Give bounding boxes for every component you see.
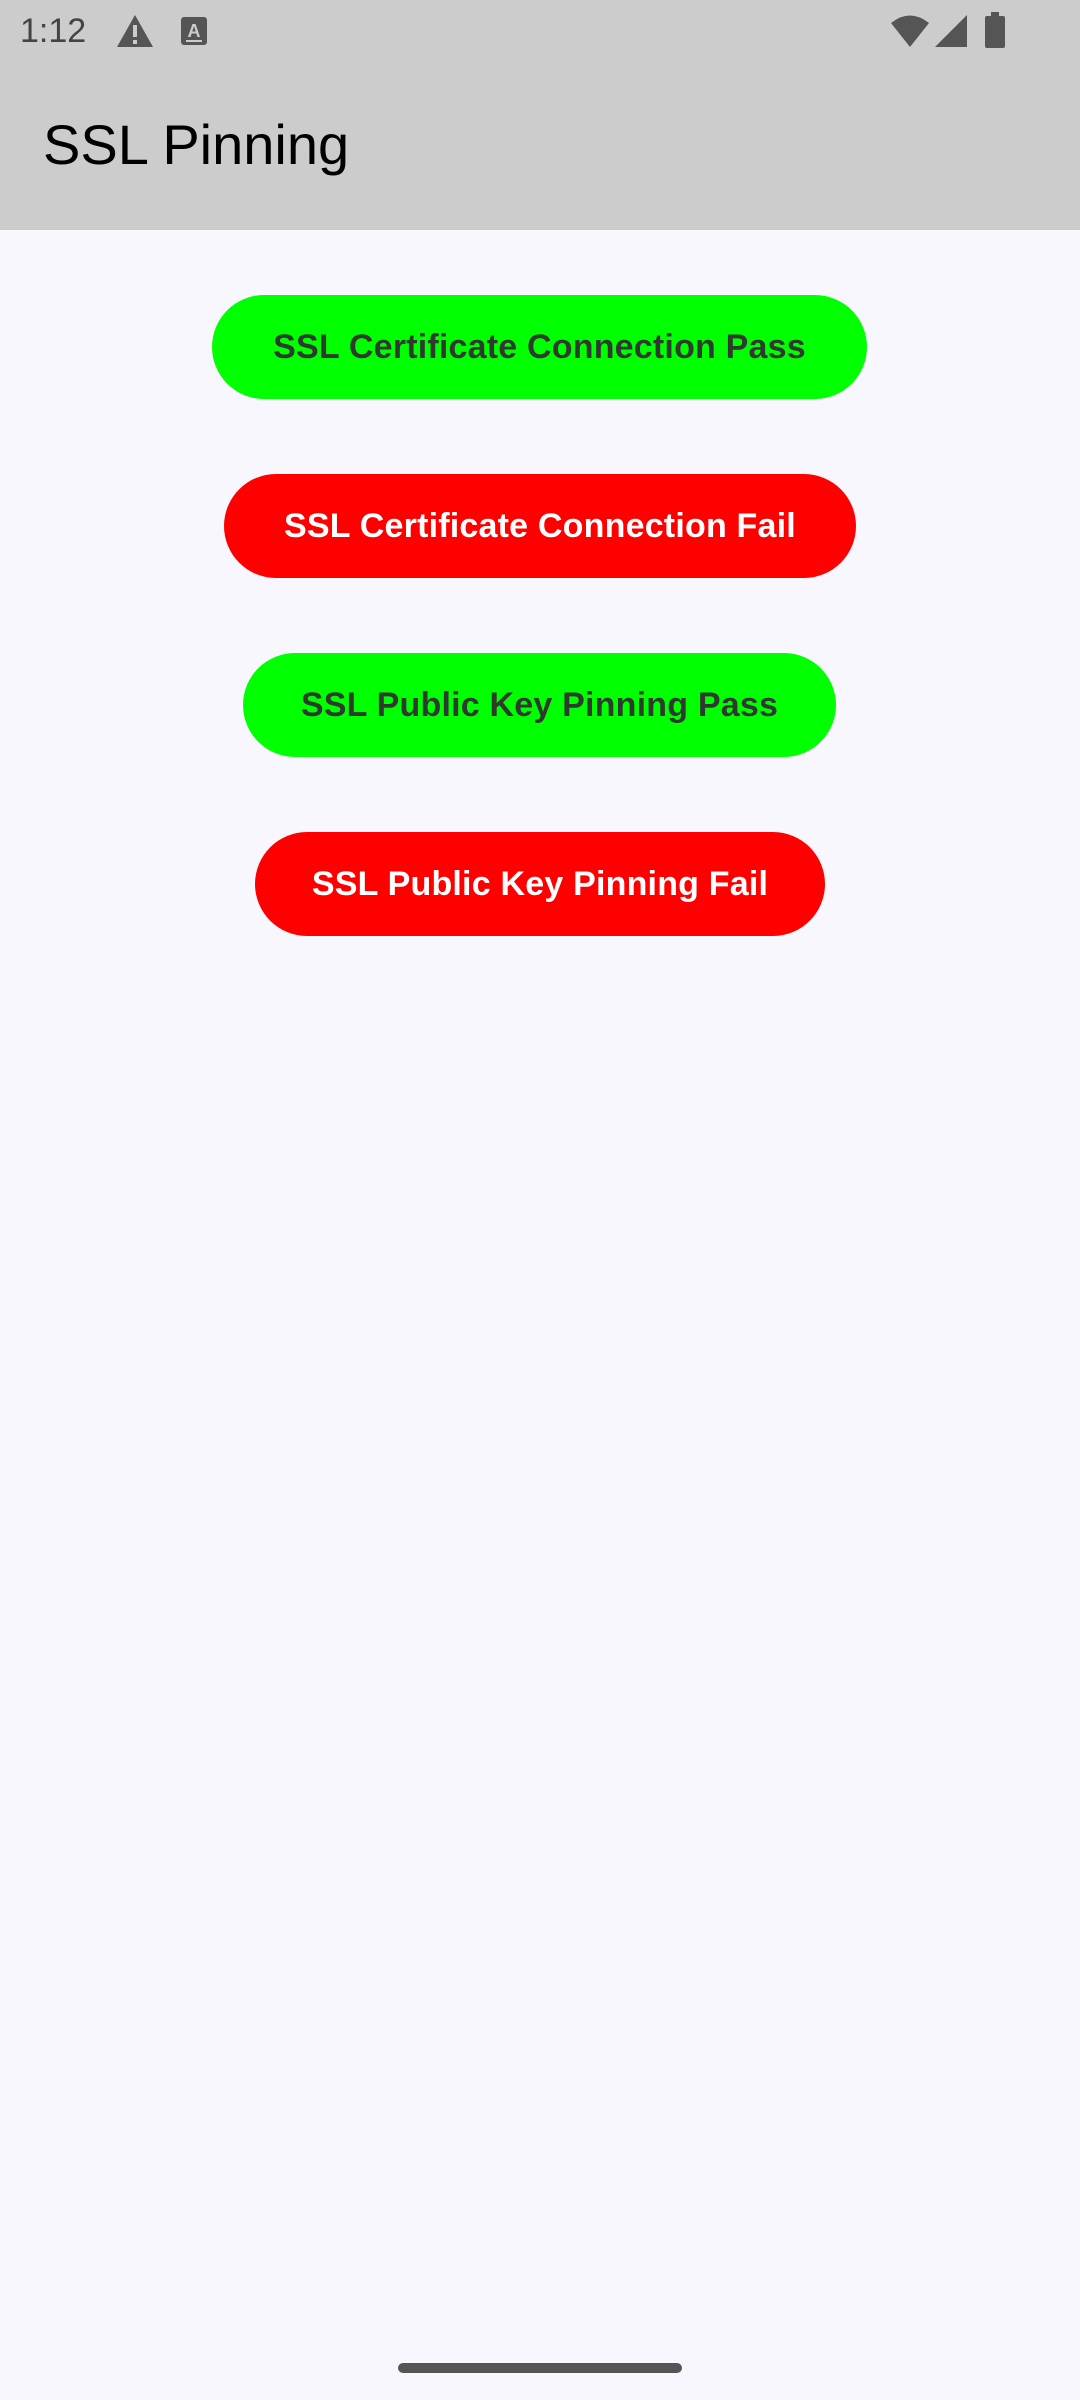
wifi-icon — [891, 15, 929, 47]
button-label: SSL Certificate Connection Fail — [284, 506, 796, 545]
page-title: SSL Pinning — [43, 113, 350, 176]
warning-icon — [117, 15, 153, 47]
battery-icon — [985, 12, 1005, 48]
status-time: 1:12 — [20, 12, 87, 50]
ssl-certificate-fail-button[interactable]: SSL Certificate Connection Fail — [224, 474, 856, 578]
font-a-icon: A — [181, 17, 207, 45]
signal-icon — [935, 15, 967, 47]
status-bar: 1:12 A — [0, 0, 1080, 62]
app-bar: SSL Pinning — [0, 62, 1080, 230]
svg-text:A: A — [188, 21, 201, 41]
ssl-certificate-pass-button[interactable]: SSL Certificate Connection Pass — [212, 295, 867, 399]
ssl-public-key-pass-button[interactable]: SSL Public Key Pinning Pass — [243, 653, 836, 757]
ssl-public-key-fail-button[interactable]: SSL Public Key Pinning Fail — [255, 832, 825, 936]
navigation-handle[interactable] — [398, 2363, 682, 2373]
button-label: SSL Public Key Pinning Fail — [311, 864, 769, 903]
button-label: SSL Certificate Connection Pass — [273, 327, 806, 366]
button-label: SSL Public Key Pinning Pass — [300, 685, 779, 724]
